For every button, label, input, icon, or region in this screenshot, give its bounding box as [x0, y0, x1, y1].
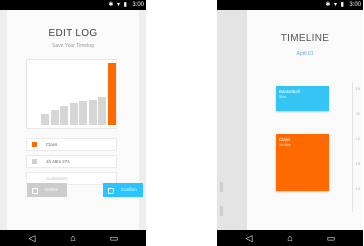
chart-bar: [60, 106, 68, 125]
home-icon[interactable]: ⌂: [61, 230, 85, 246]
timeline-panel: TIMELINE April 01 10 11 12 13 14 Basketb…: [247, 10, 363, 230]
back-icon[interactable]: ◁: [237, 230, 261, 246]
duration-field[interactable]: 1h 48m 27s: [26, 155, 117, 168]
category-color-swatch: [32, 142, 37, 147]
navigation-bar: ◁ ⌂ ▭: [0, 230, 146, 246]
timeline-phone: ✱ ▾ ▮ 3:00 TIMELINE April 01 10 11 12 13…: [217, 0, 363, 246]
chart-bar: [88, 100, 97, 125]
edit-log-screen: EDIT LOG Save Your Timelog Class 1h 48m …: [0, 10, 146, 230]
chart-bar: [79, 101, 87, 125]
status-time: 3:00: [132, 2, 144, 8]
hour-tick: 12: [355, 136, 360, 141]
chart-bar: [50, 109, 59, 125]
navigation-bar: ◁ ⌂ ▭: [217, 230, 363, 246]
status-bar: ✱ ▾ ▮ 3:00: [217, 0, 363, 10]
status-bar: ✱ ▾ ▮ 3:00: [0, 0, 146, 10]
page-title: EDIT LOG: [48, 28, 98, 39]
home-icon[interactable]: ⌂: [278, 230, 302, 246]
event-duration: 30m: [279, 95, 286, 99]
chart-bar: [41, 113, 49, 125]
category-value: Class: [46, 142, 58, 147]
hour-tick: 11: [355, 111, 360, 116]
hour-tick: 10: [355, 86, 360, 91]
recents-icon[interactable]: ▭: [102, 230, 126, 246]
timeline-event-card[interactable]: Class 1h 48m: [276, 134, 329, 191]
page-subtitle: Save Your Timelog: [52, 43, 94, 49]
time-bar-chart: [26, 59, 117, 129]
chart-bar: [107, 63, 116, 125]
delete-button[interactable]: Delete: [27, 183, 67, 197]
confirm-icon: [108, 188, 114, 194]
chart-bar: [69, 103, 78, 125]
timeline-axis: [352, 82, 353, 212]
timeline-screen: TIMELINE April 01 10 11 12 13 14 Basketb…: [217, 10, 363, 230]
status-icons: ✱ ▾ ▮: [108, 2, 128, 8]
status-icons: ✱ ▾ ▮: [325, 2, 345, 8]
duration-value: 1h 48m 27s: [46, 159, 70, 164]
recents-icon[interactable]: ▭: [319, 230, 343, 246]
hour-tick: 13: [355, 161, 360, 166]
drawer-marker: [220, 206, 223, 216]
date-subtitle[interactable]: April 01: [247, 51, 363, 57]
confirm-label: Confirm: [121, 187, 137, 192]
drawer-marker: [220, 182, 223, 192]
page-title: TIMELINE: [280, 33, 330, 44]
collapsed-drawer[interactable]: [217, 10, 247, 230]
event-duration: 1h 48m: [279, 143, 291, 147]
confirm-button[interactable]: Confirm: [103, 183, 143, 197]
status-time: 3:00: [349, 2, 361, 8]
hour-tick: 14: [355, 186, 360, 191]
chart-bar: [98, 97, 106, 125]
edit-log-phone: ✱ ▾ ▮ 3:00 EDIT LOG Save Your Timelog Cl…: [0, 0, 146, 246]
delete-icon: [32, 188, 38, 194]
timeline-event-card[interactable]: Basketball 30m: [276, 86, 329, 111]
edit-log-card: EDIT LOG Save Your Timelog Class 1h 48m …: [7, 10, 143, 230]
back-icon[interactable]: ◁: [20, 230, 44, 246]
delete-label: Delete: [45, 187, 59, 192]
duration-swatch: [32, 159, 37, 164]
category-field[interactable]: Class: [26, 138, 117, 151]
event-name: Class: [279, 137, 291, 142]
event-name: Basketball: [279, 89, 300, 94]
